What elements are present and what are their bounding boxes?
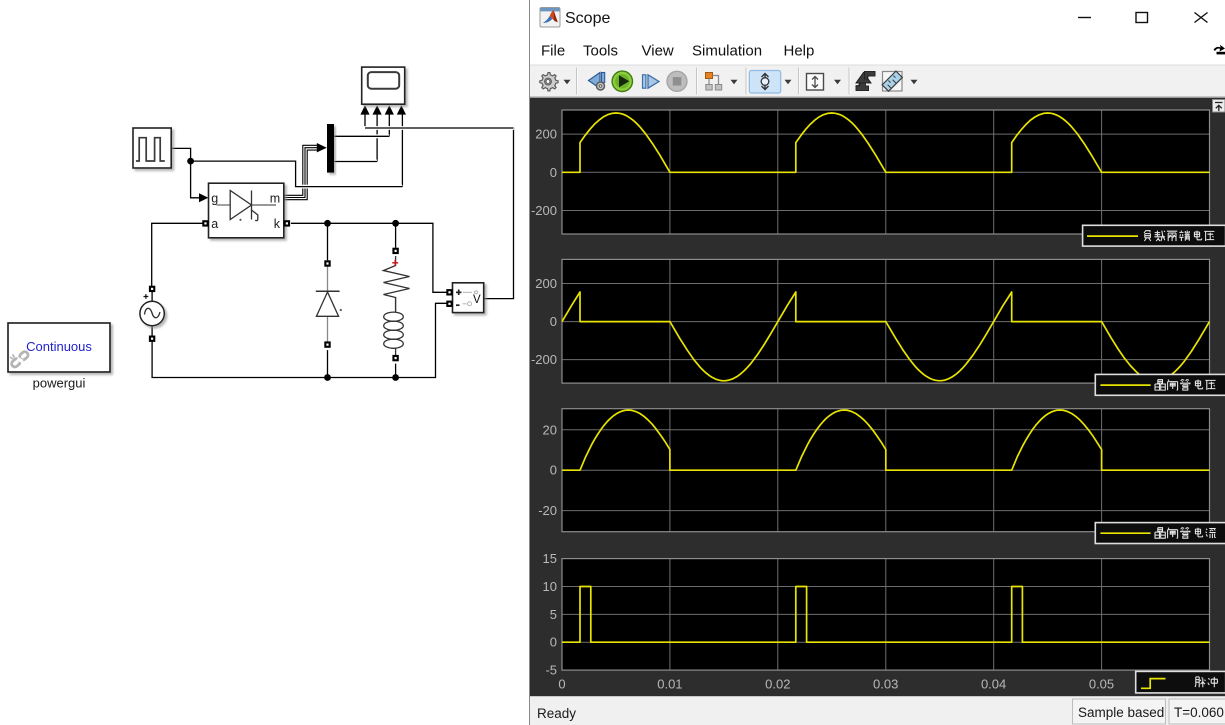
- svg-text:200: 200: [535, 127, 557, 142]
- svg-text:5: 5: [550, 607, 557, 622]
- svg-text:0.04: 0.04: [981, 677, 1006, 692]
- svg-text:15: 15: [543, 551, 557, 566]
- svg-text:0: 0: [550, 314, 557, 329]
- svg-text:-5: -5: [545, 663, 557, 678]
- svg-text:View: View: [642, 43, 674, 60]
- svg-text:0: 0: [550, 165, 557, 180]
- svg-text:0.03: 0.03: [873, 677, 898, 692]
- svg-text:0: 0: [558, 677, 565, 692]
- svg-text:powergui: powergui: [33, 376, 86, 391]
- svg-text:Tools: Tools: [583, 43, 618, 60]
- svg-text:Continuous: Continuous: [26, 339, 92, 354]
- svg-text:-200: -200: [531, 203, 557, 218]
- svg-text:T=0.060: T=0.060: [1174, 705, 1224, 720]
- svg-text:0.02: 0.02: [765, 677, 790, 692]
- svg-text:0.05: 0.05: [1089, 677, 1114, 692]
- svg-text:0.01: 0.01: [657, 677, 682, 692]
- svg-text:Help: Help: [784, 43, 815, 60]
- svg-text:k: k: [274, 217, 281, 231]
- svg-text:-200: -200: [531, 352, 557, 367]
- svg-text:0: 0: [550, 635, 557, 650]
- svg-text:10: 10: [543, 579, 557, 594]
- svg-text:a: a: [211, 217, 218, 231]
- svg-text:File: File: [541, 43, 565, 60]
- svg-text:g: g: [211, 192, 218, 206]
- svg-text:Simulation: Simulation: [692, 43, 762, 60]
- svg-text:V: V: [473, 294, 481, 306]
- svg-text:Sample based: Sample based: [1078, 705, 1164, 720]
- svg-text:Scope: Scope: [565, 10, 610, 27]
- svg-text:-20: -20: [538, 503, 557, 518]
- svg-text:0: 0: [550, 463, 557, 478]
- svg-text:m: m: [270, 192, 280, 206]
- svg-text:20: 20: [543, 422, 557, 437]
- svg-text:Ready: Ready: [537, 706, 576, 721]
- svg-text:200: 200: [535, 276, 557, 291]
